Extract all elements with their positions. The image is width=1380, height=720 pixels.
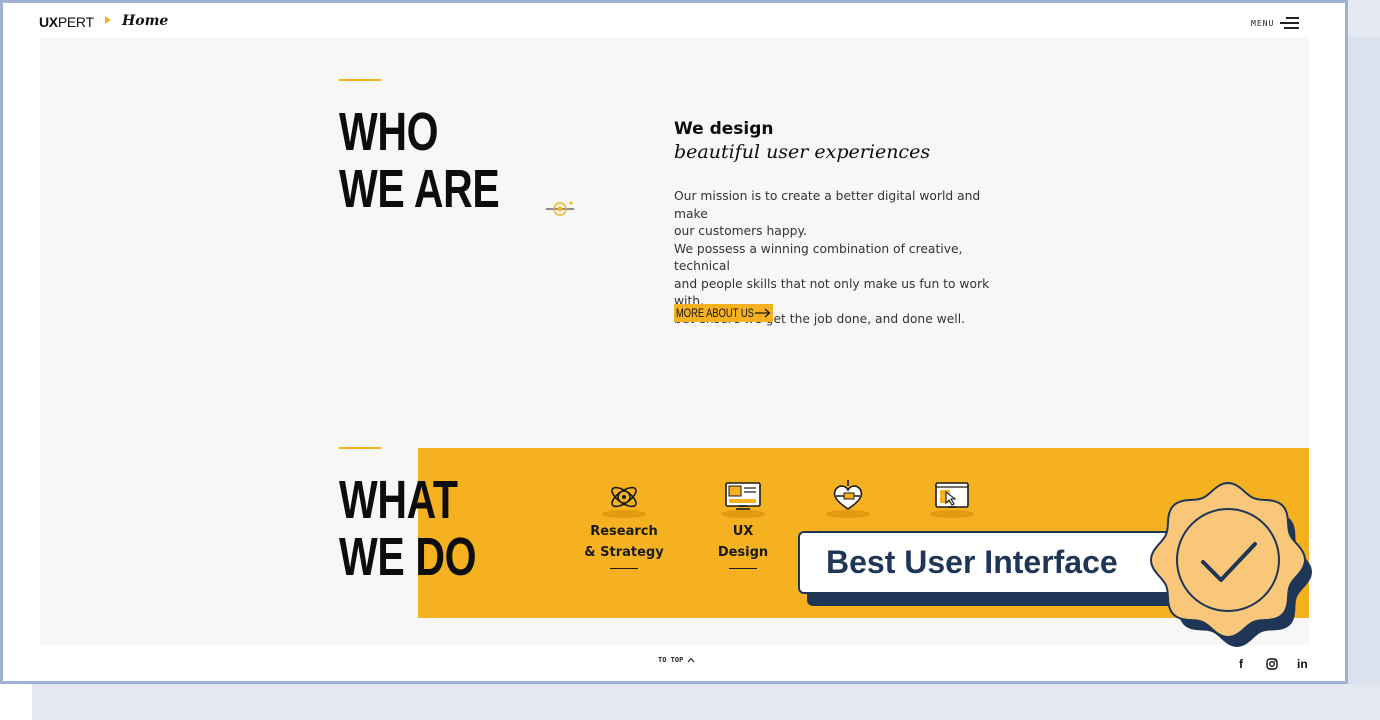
menu-button[interactable]: MENU [1251, 17, 1300, 29]
ux-monitor-icon [721, 482, 765, 518]
service-label-line: & Strategy [584, 545, 664, 560]
badge-text: Best User Interface [826, 544, 1118, 580]
heading-line: WHAT [339, 470, 458, 530]
service-underline [610, 568, 638, 569]
service-label-line: UX [732, 524, 754, 539]
service-underline [729, 568, 757, 569]
hamburger-icon [1280, 17, 1300, 29]
browser-cursor-icon [930, 482, 974, 518]
heading-line: WE ARE [339, 159, 500, 219]
tagline: We design beautiful user experiences [674, 119, 930, 163]
heading-line: WE DO [339, 527, 477, 587]
main-content: WHO WE ARE We design beautiful user expe… [40, 37, 1309, 645]
service-label: Research & Strategy [574, 521, 674, 563]
backdrop-panel [1348, 37, 1380, 720]
to-top-button[interactable]: TO TOP [658, 656, 695, 664]
best-ui-badge-banner: Best User Interface [798, 531, 1182, 594]
paragraph-line: our customers happy. [674, 224, 807, 238]
breadcrumb-home[interactable]: Home [122, 13, 168, 29]
what-we-do-heading: WHAT WE DO [339, 470, 477, 587]
linkedin-icon[interactable]: in [1297, 657, 1308, 671]
site-logo[interactable]: UXPERT [39, 14, 94, 30]
service-research-strategy[interactable]: Research & Strategy [574, 477, 674, 569]
paragraph-line: Our mission is to create a better digita… [674, 189, 981, 221]
backdrop-strip [0, 684, 32, 720]
heart-pencil-icon [826, 480, 870, 518]
logo-bold-text: UX [39, 14, 58, 30]
arrow-right-icon [755, 308, 771, 318]
section-accent-line [339, 79, 381, 81]
service-label-line: Design [717, 545, 769, 560]
breadcrumb-arrow-icon [105, 16, 111, 24]
chevron-up-icon [687, 657, 695, 663]
service-label-line: Research [590, 524, 658, 539]
menu-label: MENU [1251, 18, 1275, 28]
paragraph-line: We possess a winning combination of crea… [674, 241, 963, 274]
service-ux-design[interactable]: UX Design [693, 477, 793, 569]
who-we-are-heading: WHO WE ARE [339, 102, 500, 219]
heading-line: WHO [339, 102, 439, 162]
facebook-icon[interactable]: f [1239, 657, 1243, 671]
service-label: UX Design [693, 521, 793, 563]
logo-light-text: PERT [57, 14, 94, 30]
checkmark-seal-icon [1149, 481, 1312, 647]
to-top-label: TO TOP [658, 656, 684, 664]
target-icon [546, 201, 574, 216]
service-item[interactable] [798, 477, 898, 519]
section-accent-line [339, 447, 381, 449]
more-about-us-label: MORE ABOUT US [676, 306, 754, 320]
backdrop-panel-bottom [32, 684, 1380, 720]
research-atom-icon [602, 486, 646, 518]
instagram-icon[interactable] [1266, 658, 1278, 670]
service-item[interactable] [902, 477, 1002, 519]
tagline-italic: beautiful user experiences [674, 141, 931, 163]
tagline-bold: We design [674, 119, 774, 139]
more-about-us-button[interactable]: MORE ABOUT US [674, 304, 773, 322]
